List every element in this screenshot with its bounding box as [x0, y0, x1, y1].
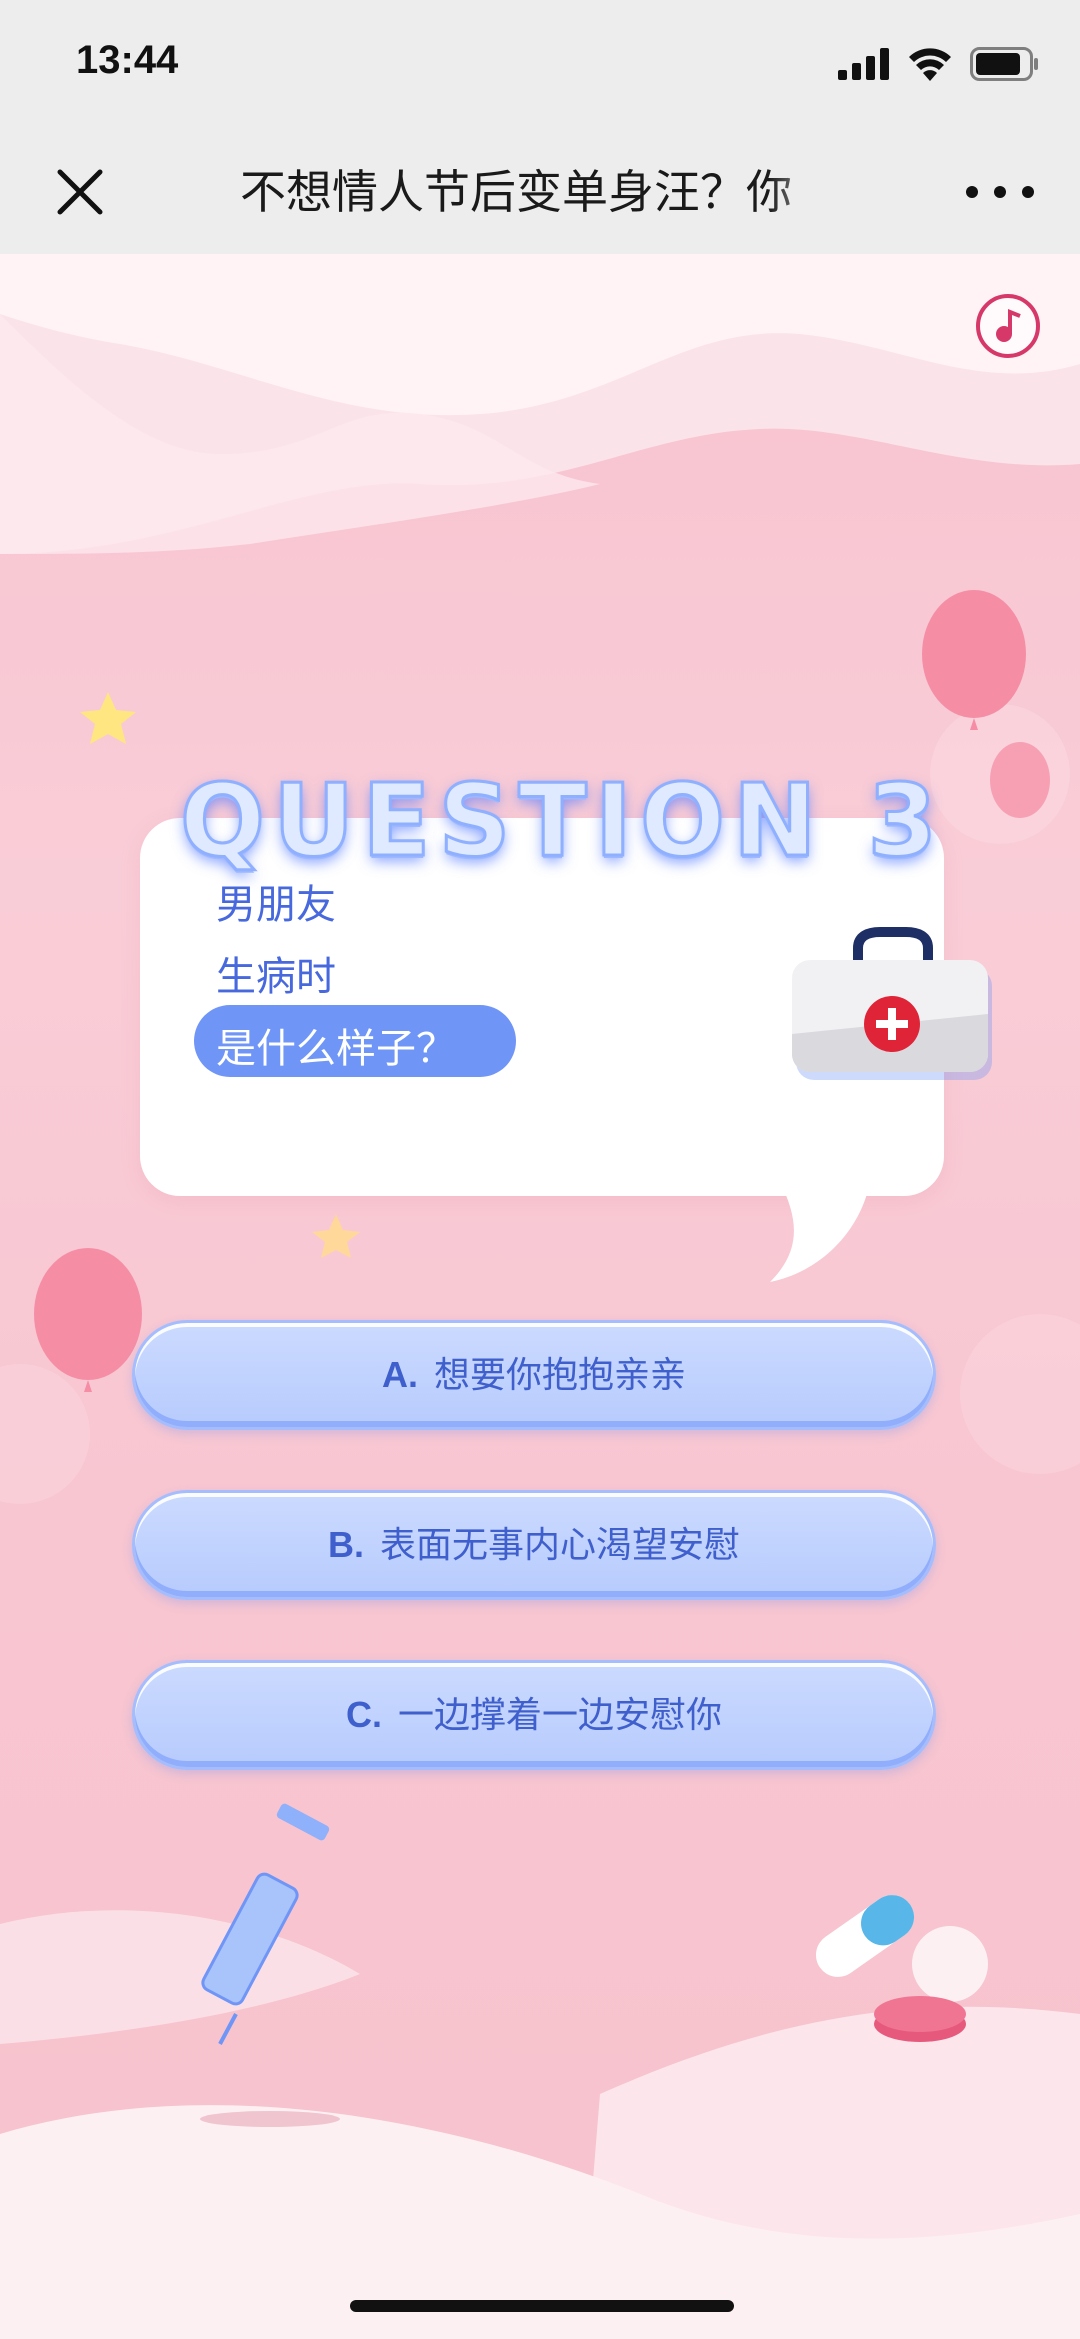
balloon-icon — [922, 590, 1026, 718]
signal-icon — [838, 48, 889, 80]
answer-option-c[interactable]: C. 一边撑着一边安慰你 — [132, 1660, 936, 1770]
status-icons — [838, 44, 1040, 84]
answer-letter: A. — [381, 1354, 418, 1395]
star-icon — [312, 1214, 360, 1258]
music-toggle-button[interactable] — [976, 294, 1040, 358]
answer-text: 一边撑着一边安慰你 — [397, 1695, 722, 1736]
answer-option-a[interactable]: A. 想要你抱抱亲亲 — [132, 1320, 936, 1430]
answer-letter: C. — [345, 1694, 382, 1735]
quiz-page: 男朋友 生病时 是什么样子？ QUESTION 3 A. 想要你抱抱亲亲 B. 表面… — [0, 254, 1080, 2339]
answer-option-b[interactable]: B. 表面无事内心渴望安慰 — [132, 1490, 936, 1600]
question-line: 男朋友 — [216, 882, 336, 928]
question-line: 生病时 — [216, 954, 336, 1000]
medical-kit-icon — [792, 927, 992, 1080]
close-icon[interactable] — [48, 160, 112, 224]
nav-bar: 不想情人节后变单身汪？你 — [0, 130, 1080, 254]
music-note-icon — [996, 309, 1021, 342]
answer-text: 表面无事内心渴望安慰 — [379, 1525, 740, 1566]
background-decoration — [0, 254, 1080, 2339]
wifi-icon — [909, 48, 951, 81]
question-heading: QUESTION 3 — [178, 761, 946, 881]
speech-bubble-tail — [770, 1182, 870, 1282]
battery-icon — [970, 47, 1038, 81]
balloon-icon — [34, 1248, 142, 1380]
status-time: 13:44 — [76, 38, 179, 82]
answer-text: 想要你抱抱亲亲 — [433, 1355, 686, 1396]
pills-icon — [815, 1895, 988, 2042]
star-icon — [80, 692, 136, 744]
balloon-icon — [990, 742, 1050, 818]
question-line-highlighted: 是什么样子？ — [216, 1026, 456, 1072]
answer-letter: B. — [327, 1524, 364, 1565]
page-title: 不想情人节后变单身汪？你 — [240, 165, 792, 219]
more-icon[interactable] — [960, 170, 1040, 214]
status-bar: 13:44 — [0, 0, 1080, 130]
home-indicator[interactable] — [350, 2300, 734, 2312]
